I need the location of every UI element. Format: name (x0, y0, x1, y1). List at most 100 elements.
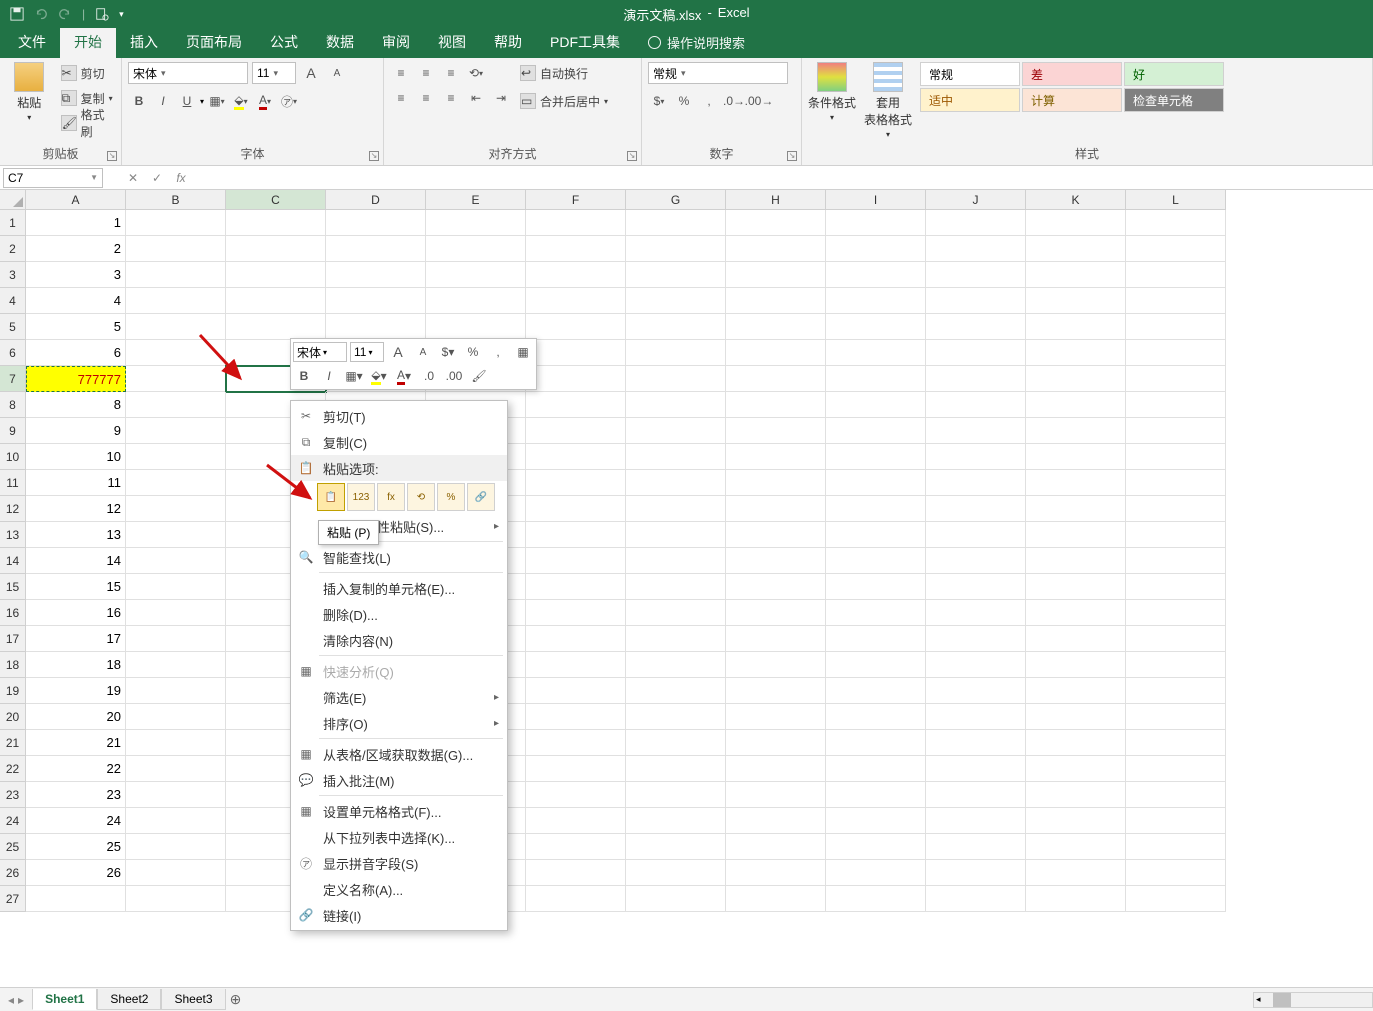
cell[interactable] (926, 834, 1026, 860)
cell[interactable] (126, 834, 226, 860)
cell[interactable] (426, 210, 526, 236)
cell[interactable] (726, 652, 826, 678)
cell[interactable] (126, 392, 226, 418)
cell[interactable] (526, 756, 626, 782)
cell[interactable] (526, 574, 626, 600)
cell[interactable]: 14 (26, 548, 126, 574)
col-header-k[interactable]: K (1026, 190, 1126, 210)
cell[interactable] (126, 548, 226, 574)
cell[interactable] (826, 678, 926, 704)
row-header-16[interactable]: 16 (0, 600, 26, 626)
align-center-button[interactable]: ≡ (415, 87, 437, 109)
tab-pdf[interactable]: PDF工具集 (536, 26, 634, 58)
mini-italic[interactable]: I (318, 365, 340, 387)
cell[interactable] (1126, 314, 1226, 340)
percent-button[interactable]: % (673, 90, 695, 112)
mini-increase-font[interactable]: A (387, 341, 409, 363)
cell[interactable] (726, 210, 826, 236)
cell[interactable] (526, 340, 626, 366)
cell[interactable] (1126, 730, 1226, 756)
row-header-6[interactable]: 6 (0, 340, 26, 366)
tab-help[interactable]: 帮助 (480, 26, 536, 58)
cell[interactable] (1026, 730, 1126, 756)
paste-option-formulas[interactable]: fx (377, 483, 405, 511)
cell[interactable] (926, 236, 1026, 262)
cell[interactable] (826, 496, 926, 522)
format-painter-button[interactable]: 🖌格式刷 (61, 112, 115, 134)
menu-smart-lookup[interactable]: 🔍智能查找(L) (291, 544, 507, 570)
cell[interactable] (726, 444, 826, 470)
font-size-combo[interactable]: 11▾ (252, 62, 296, 84)
style-good[interactable]: 好 (1124, 62, 1224, 86)
fill-color-button[interactable]: ⬙▾ (230, 90, 252, 112)
row-header-15[interactable]: 15 (0, 574, 26, 600)
cell[interactable] (526, 262, 626, 288)
cell[interactable] (1026, 834, 1126, 860)
cell[interactable]: 18 (26, 652, 126, 678)
cell[interactable] (1026, 496, 1126, 522)
mini-fill[interactable]: ⬙▾ (368, 365, 390, 387)
tab-home[interactable]: 开始 (60, 26, 116, 58)
menu-comment[interactable]: 💬插入批注(M) (291, 767, 507, 793)
cell[interactable]: 10 (26, 444, 126, 470)
cell[interactable] (626, 392, 726, 418)
cell[interactable] (526, 600, 626, 626)
cell[interactable] (1126, 210, 1226, 236)
cell[interactable] (1126, 626, 1226, 652)
cell[interactable] (1026, 626, 1126, 652)
format-table-button[interactable]: 套用 表格格式▾ (864, 62, 912, 139)
cell[interactable] (126, 444, 226, 470)
cell[interactable] (126, 600, 226, 626)
cell[interactable]: 15 (26, 574, 126, 600)
font-launcher-icon[interactable]: ↘ (369, 151, 379, 161)
cell[interactable] (526, 782, 626, 808)
cut-button[interactable]: ✂剪切 (61, 62, 115, 84)
mini-comma[interactable]: , (487, 341, 509, 363)
cell[interactable] (1026, 340, 1126, 366)
row-header-5[interactable]: 5 (0, 314, 26, 340)
cell[interactable] (626, 574, 726, 600)
menu-dropdown[interactable]: 从下拉列表中选择(K)... (291, 824, 507, 850)
cell[interactable] (1126, 496, 1226, 522)
cell[interactable] (1126, 834, 1226, 860)
horizontal-scrollbar[interactable]: ◂ (1253, 992, 1373, 1008)
cell[interactable] (126, 886, 226, 912)
cell[interactable] (1026, 392, 1126, 418)
cell[interactable] (1126, 470, 1226, 496)
cell[interactable] (626, 626, 726, 652)
cell[interactable] (826, 626, 926, 652)
row-header-18[interactable]: 18 (0, 652, 26, 678)
tab-layout[interactable]: 页面布局 (172, 26, 256, 58)
mini-bold[interactable]: B (293, 365, 315, 387)
cell[interactable] (626, 834, 726, 860)
cell[interactable] (626, 444, 726, 470)
font-name-combo[interactable]: 宋体▾ (128, 62, 248, 84)
cell[interactable] (126, 652, 226, 678)
row-header-17[interactable]: 17 (0, 626, 26, 652)
cell[interactable] (826, 288, 926, 314)
save-icon[interactable] (10, 7, 24, 21)
cell[interactable] (726, 730, 826, 756)
style-bad[interactable]: 差 (1022, 62, 1122, 86)
cell[interactable] (1126, 574, 1226, 600)
cell[interactable] (526, 730, 626, 756)
mini-decrease-font[interactable]: A (412, 341, 434, 363)
cell[interactable] (726, 548, 826, 574)
cell[interactable] (826, 522, 926, 548)
cell[interactable] (926, 444, 1026, 470)
menu-phonetic[interactable]: ㋐显示拼音字段(S) (291, 850, 507, 876)
cell[interactable] (526, 496, 626, 522)
cell[interactable] (1026, 548, 1126, 574)
col-header-a[interactable]: A (26, 190, 126, 210)
cell[interactable] (526, 886, 626, 912)
cell[interactable] (1126, 288, 1226, 314)
increase-decimal-button[interactable]: .0→ (723, 90, 745, 112)
cell[interactable] (826, 782, 926, 808)
cell[interactable]: 1 (26, 210, 126, 236)
cell[interactable] (1126, 808, 1226, 834)
cell[interactable] (126, 704, 226, 730)
cell[interactable] (526, 808, 626, 834)
cell[interactable] (826, 210, 926, 236)
cell[interactable] (626, 288, 726, 314)
cell[interactable] (626, 210, 726, 236)
